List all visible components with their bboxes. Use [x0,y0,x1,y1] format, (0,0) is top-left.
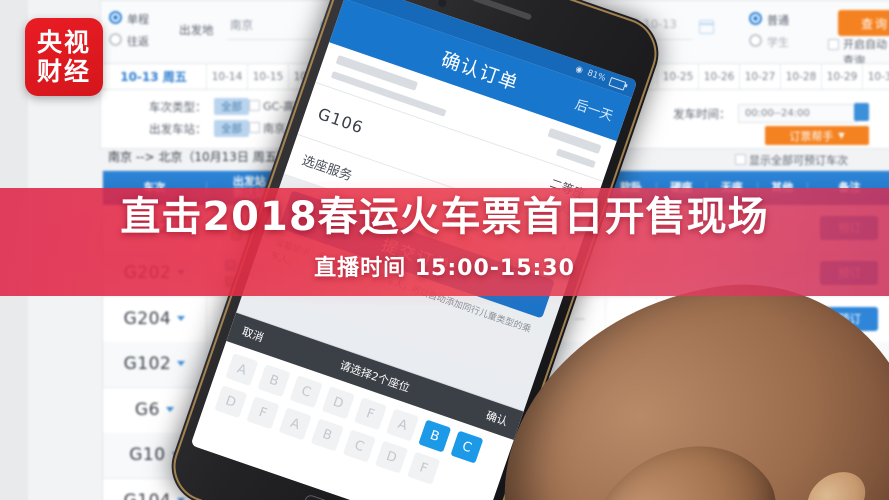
seat-cell[interactable]: B [310,418,344,452]
date-tab[interactable]: 10-26 [699,64,740,90]
passenger-normal-radio[interactable]: 普通 [749,12,789,28]
ticket-helper-button[interactable]: 订票帮手 ▼ [765,126,869,145]
chevron-down-icon [177,361,186,367]
seat-cell[interactable]: A [386,408,420,442]
logo-line-2: 财经 [36,57,91,86]
date-tab[interactable]: 10-28 [781,64,822,90]
station-all-tag[interactable]: 全部 [214,120,249,137]
type-gc-checkbox[interactable] [249,100,260,111]
seat-cell[interactable]: F [353,397,387,431]
show-all-checkbox[interactable] [735,154,746,165]
broadcast-time: 直播时间 15:00-15:30 [314,256,575,281]
seat-cell[interactable]: D [214,385,248,419]
seat-cell[interactable]: C [450,430,484,464]
seat-cell[interactable]: F [246,396,280,430]
seat-cell[interactable]: D [321,386,355,420]
wifi-icon: ◉ [574,64,585,77]
ticket-helper-label: 订票帮手 [789,129,834,143]
query-button[interactable]: 查询 [838,10,889,36]
from-input[interactable]: 南京 [227,17,316,40]
seat-cell[interactable]: F [407,451,441,485]
radio-dot-icon [749,34,762,47]
trip-round-label: 往返 [127,35,149,48]
radio-dot-icon [109,11,122,24]
station-nanjing-checkbox[interactable] [249,122,260,133]
depart-time-select[interactable]: 00:00--24:00 [738,104,858,123]
chevron-down-icon: ▼ [838,131,845,140]
thumbnail [797,461,876,500]
seat-cell[interactable]: B [418,419,452,453]
depart-time-label: 发车时间： [673,107,731,121]
trip-oneway-radio[interactable]: 单程 [109,11,149,27]
seat-cell[interactable]: C [289,375,323,409]
seat-cell[interactable]: D [375,440,409,474]
auto-query-checkbox[interactable] [828,39,839,50]
passenger-student-radio[interactable]: 学生 [749,34,789,50]
phone-train-number: G106 [315,103,367,137]
trip-round-radio[interactable]: 往返 [109,33,149,49]
station-nanjing-label: 南京 [263,122,285,135]
passenger-student-label: 学生 [767,36,789,49]
station-label: 出发车站： [149,122,207,136]
date-tab[interactable]: 10-14 [207,64,248,90]
logo-line-1: 央视 [36,28,91,57]
cctv-finance-logo: 央视 财经 [25,18,103,96]
from-label: 出发地 [179,23,214,37]
radio-dot-icon [749,12,762,25]
seat-cell[interactable]: A [225,353,259,387]
date-tab-selected[interactable]: 10-13 周五 [101,64,207,90]
date-tab[interactable]: 10-27 [740,64,781,90]
train-type-all-tag[interactable]: 全部 [214,98,249,115]
radio-dot-icon [109,33,122,46]
passenger-normal-label: 普通 [767,14,789,27]
date-tab[interactable]: 10-30 [863,64,889,90]
spinner-icon[interactable] [854,103,869,121]
next-day-button[interactable]: 后一天 [573,94,616,125]
seat-cell[interactable]: B [257,364,291,398]
train-type-label: 车次类型： [149,100,207,114]
page-title: 直击2018春运火车票首日开售现场 [120,194,769,240]
screenshot-root: 单程 往返 出发地 南京 目的地 北京 返程日 2017-10-13 普通 学生… [0,0,889,500]
seat-confirm-button[interactable]: 确认 [484,407,510,429]
chevron-down-icon [165,406,174,412]
date-tab[interactable]: 10-15 [248,64,289,90]
battery-level: 81% [585,68,607,84]
order-placeholder-line [555,148,596,169]
seat-cell[interactable]: A [278,407,312,441]
seat-cancel-button[interactable]: 取消 [240,323,266,345]
show-all-label: 显示全部可预订车次 [749,154,848,167]
thumb [546,408,805,500]
seat-cell[interactable]: C [342,429,376,463]
trip-oneway-label: 单程 [127,13,149,26]
date-tab[interactable]: 10-29 [822,64,863,90]
cell-train-number[interactable]: G102 [103,341,207,387]
battery-icon [608,76,627,91]
date-tab[interactable]: 10-25 [658,64,699,90]
calendar-icon[interactable] [699,20,714,34]
chevron-down-icon [177,315,186,321]
